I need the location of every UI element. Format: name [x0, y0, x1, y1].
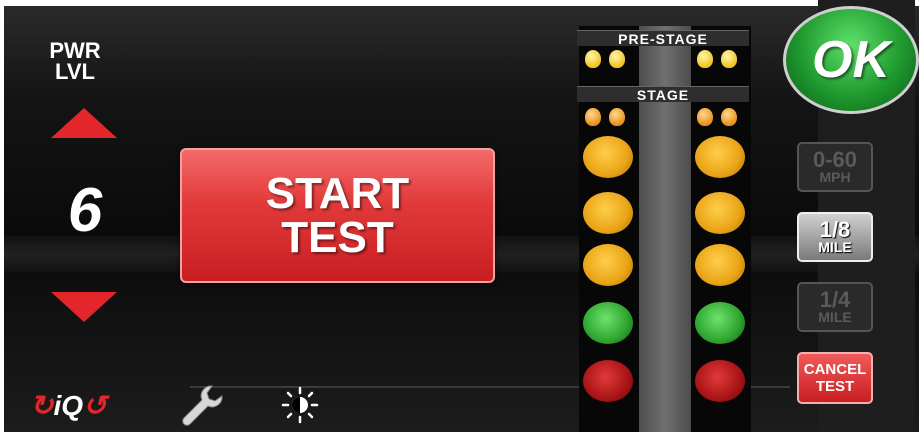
- start-test-line2: TEST: [281, 212, 394, 262]
- green-lamp-left: [583, 302, 633, 344]
- start-test-line1: START: [265, 168, 410, 218]
- prestage-bulb-left-1: [585, 50, 601, 68]
- cancel-line1: CANCEL: [803, 361, 867, 378]
- power-label-line1: PWR: [49, 38, 101, 63]
- amber-lamp-left-3: [583, 244, 633, 286]
- start-test-button[interactable]: START TEST: [180, 148, 495, 283]
- amber-lamp-right-2: [695, 192, 745, 234]
- red-lamp-left: [583, 360, 633, 402]
- mode-label-sub: MILE: [818, 239, 852, 255]
- stage-label: STAGE: [577, 86, 749, 103]
- mode-label-main: 1/8: [819, 217, 851, 242]
- mode-1-4-mile-button[interactable]: 1/4 MILE: [797, 282, 873, 332]
- mode-1-8-mile-button[interactable]: 1/8 MILE: [797, 212, 873, 262]
- cancel-test-button[interactable]: CANCEL TEST: [797, 352, 873, 404]
- stage-bulb-right-2: [721, 108, 737, 126]
- power-up-button[interactable]: [51, 108, 117, 138]
- brightness-icon[interactable]: [280, 385, 320, 425]
- mode-label-sub: MPH: [819, 169, 851, 185]
- mode-label-main: 0-60: [812, 147, 858, 172]
- wrench-icon[interactable]: [178, 382, 226, 432]
- prestage-bulb-left-2: [609, 50, 625, 68]
- red-lamp-right: [695, 360, 745, 402]
- power-down-button[interactable]: [51, 292, 117, 322]
- power-level-value: 6: [67, 176, 103, 245]
- ok-button[interactable]: OK: [783, 6, 919, 114]
- amber-lamp-right-3: [695, 244, 745, 286]
- logo-q: Q: [61, 390, 84, 421]
- mode-label-sub: MILE: [818, 309, 852, 325]
- green-lamp-right: [695, 302, 745, 344]
- amber-lamp-left-2: [583, 192, 633, 234]
- logo-arrow-right: ↺: [83, 390, 107, 421]
- prestage-label: PRE-STAGE: [577, 30, 749, 47]
- amber-lamp-left-1: [583, 136, 633, 178]
- prestage-bulb-right-2: [721, 50, 737, 68]
- amber-lamp-right-1: [695, 136, 745, 178]
- logo-arrow-left: ↻: [30, 390, 54, 421]
- stage-bulb-right-1: [697, 108, 713, 126]
- iq-logo: ↻iQ↺: [30, 386, 125, 426]
- mode-0-60-mph-button[interactable]: 0-60 MPH: [797, 142, 873, 192]
- prestage-bulb-right-1: [697, 50, 713, 68]
- mode-label-main: 1/4: [819, 287, 851, 312]
- power-level-label: PWR LVL: [30, 38, 120, 84]
- power-label-line2: LVL: [55, 59, 95, 84]
- stage-bulb-left-1: [585, 108, 601, 126]
- stage-bulb-left-2: [609, 108, 625, 126]
- cancel-line2: TEST: [815, 378, 855, 395]
- christmas-tree: PRE-STAGE STAGE: [577, 26, 751, 432]
